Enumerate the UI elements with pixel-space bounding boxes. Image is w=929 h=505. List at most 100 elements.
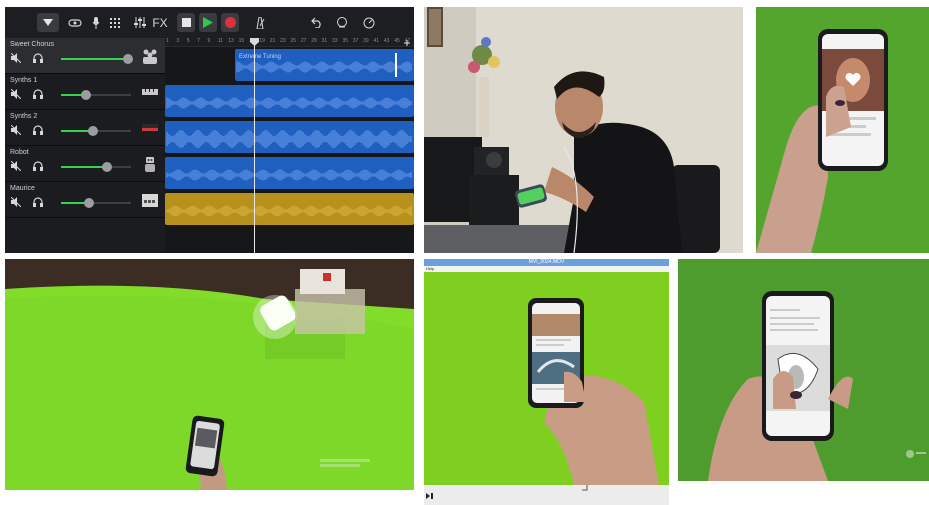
ruler-tick-label: 27 [300, 38, 307, 44]
daw-screenshot: FX Sweet Chorus Synths 1 Synths 2 Robot Maur… [5, 7, 414, 253]
loop-button[interactable] [335, 13, 349, 32]
ruler-tick-label: 33 [332, 38, 338, 44]
region-label-extreme-tuning: Extreme Tuning [239, 54, 282, 60]
headphones-solo-icon[interactable] [33, 53, 43, 63]
record-button[interactable] [221, 13, 239, 32]
fx-button[interactable]: FX [151, 13, 169, 32]
ruler-tick-label: 9 [207, 38, 211, 44]
ruler-tick-label: 31 [321, 38, 328, 44]
metronome-icon [256, 16, 265, 29]
headphones-solo-icon[interactable] [33, 161, 43, 171]
mute-speaker-icon[interactable] [11, 161, 21, 171]
volume-knob[interactable] [88, 126, 98, 136]
mute-speaker-icon[interactable] [11, 125, 21, 135]
play-pause-icon[interactable] [426, 493, 434, 499]
volume-knob[interactable] [102, 162, 112, 172]
headphones-solo-icon[interactable] [33, 125, 43, 135]
ruler-tick-label: 7 [197, 38, 200, 44]
ruler-tick-label: 11 [217, 38, 224, 44]
stop-button[interactable] [177, 13, 195, 32]
green-screen-floor-photo [5, 259, 414, 490]
ruler-tick-label: 35 [342, 38, 348, 44]
choir-icon [143, 49, 157, 64]
track-header[interactable]: Robot [5, 146, 165, 182]
volume-slider[interactable] [61, 198, 131, 208]
track-header[interactable]: Synths 1 [5, 74, 165, 110]
volume-knob[interactable] [123, 54, 133, 64]
video-control-bar [424, 485, 669, 505]
volume-knob[interactable] [84, 198, 94, 208]
loop-browser-button[interactable] [67, 13, 83, 32]
volume-slider[interactable] [61, 126, 131, 136]
ruler-tick-label: 39 [363, 38, 369, 44]
track-name: Maurice [10, 185, 35, 192]
track-name: Robot [10, 149, 29, 156]
ruler-tick-label: 41 [373, 38, 380, 44]
region-end-marker [395, 53, 397, 77]
hand-phone-green-screen-photo-2 [678, 259, 929, 481]
drum-machine-icon [142, 194, 158, 207]
undo-icon [311, 17, 321, 28]
track-name: Synths 1 [10, 77, 38, 84]
play-icon [203, 17, 213, 28]
microphone-icon [92, 16, 100, 29]
play-button[interactable] [199, 13, 217, 32]
metronome-button[interactable] [253, 13, 267, 32]
volume-level [61, 58, 128, 60]
ruler-tick-label: 21 [269, 38, 276, 44]
synth-keyboard-red-icon [142, 124, 158, 131]
loop-icon [68, 18, 82, 27]
volume-knob[interactable] [81, 90, 91, 100]
stop-icon [181, 18, 191, 27]
volume-slider[interactable] [61, 54, 133, 64]
headphones-solo-icon[interactable] [33, 89, 43, 99]
video-window-title: MVI_0034.MOV [424, 259, 669, 266]
ruler-tick-label: 29 [311, 38, 317, 44]
track-header[interactable]: Sweet Chorus [5, 38, 165, 74]
track-header-list: Sweet Chorus Synths 1 Synths 2 Robot Maurice [5, 38, 165, 253]
undo-button[interactable] [310, 13, 324, 32]
man-recording-phone-photo [424, 7, 743, 253]
settings-button[interactable] [362, 13, 376, 32]
mute-speaker-icon[interactable] [11, 197, 21, 207]
ruler-tick-label: 15 [238, 38, 245, 44]
settings-dial-icon [363, 17, 375, 28]
headphones-solo-icon[interactable] [33, 197, 43, 207]
ruler-tick-label: 23 [280, 38, 286, 44]
volume-slider[interactable] [61, 162, 131, 172]
ruler-tick-label: 37 [352, 38, 359, 44]
mixer-sliders-icon [134, 17, 146, 28]
tracks-view-button[interactable] [37, 13, 59, 32]
video-player-window: MVI_0034.MOV Help [424, 259, 669, 505]
robot-icon [145, 157, 155, 172]
microphone-button[interactable] [90, 13, 102, 32]
chevron-down-icon [43, 19, 53, 26]
ruler[interactable]: 1357911131517192123252729313335373941434… [165, 38, 414, 47]
resize-handle-icon[interactable] [582, 485, 588, 491]
add-section-icon[interactable] [403, 39, 411, 47]
hand-phone-green-screen-photo-1 [756, 7, 929, 253]
grid-button[interactable] [109, 13, 123, 32]
ruler-tick-label: 1 [166, 38, 169, 44]
loop-lasso-icon [337, 16, 347, 27]
ruler-tick-label: 5 [186, 38, 190, 44]
ruler-tick-label: 13 [228, 38, 234, 44]
volume-slider[interactable] [61, 90, 131, 100]
timeline[interactable] [165, 38, 414, 253]
playhead-handle-icon[interactable] [250, 38, 259, 46]
track-header[interactable]: Synths 2 [5, 110, 165, 146]
video-frame [424, 272, 669, 485]
track-name: Synths 2 [10, 113, 38, 120]
mixer-button[interactable] [133, 13, 147, 32]
track-header[interactable]: Maurice [5, 182, 165, 218]
track-name: Sweet Chorus [10, 41, 54, 48]
record-icon [224, 17, 236, 28]
daw-toolbar: FX [5, 7, 414, 38]
ruler-tick-label: 25 [290, 38, 297, 44]
mute-speaker-icon[interactable] [11, 89, 21, 99]
ruler-tick-label: 43 [383, 38, 390, 44]
mute-speaker-icon[interactable] [11, 53, 21, 63]
synth-keyboard-icon [142, 89, 158, 95]
playhead[interactable] [254, 38, 255, 253]
grid-icon [110, 17, 120, 28]
